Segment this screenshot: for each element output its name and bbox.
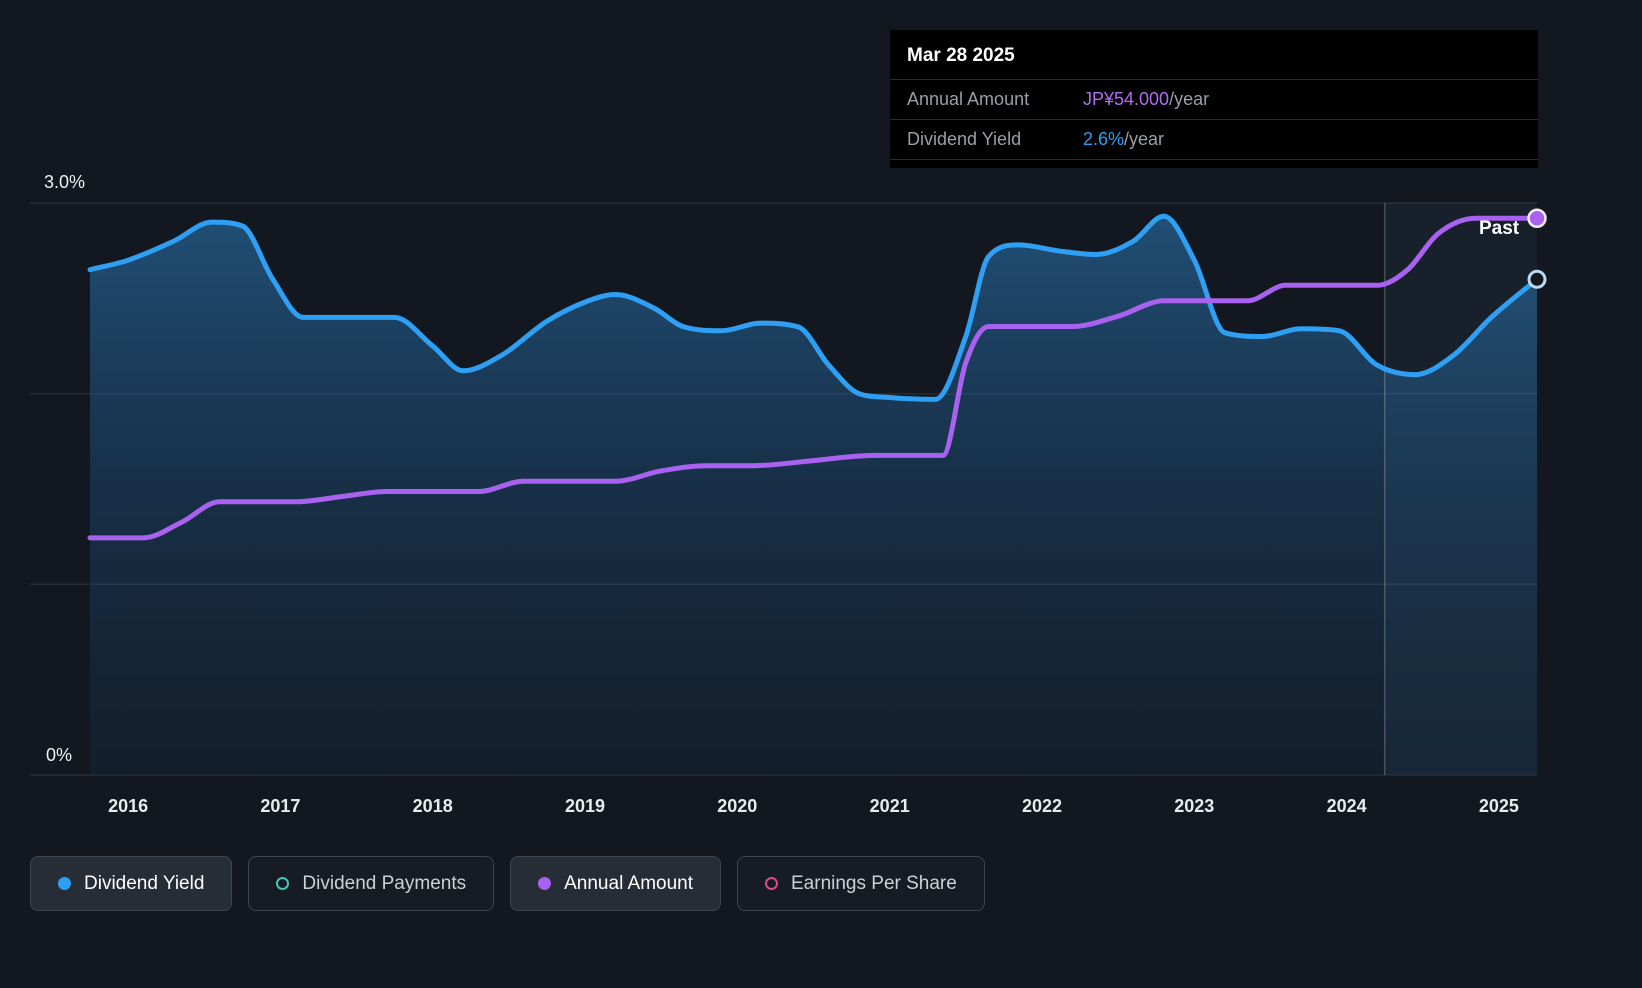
svg-text:2025: 2025 [1479, 796, 1519, 816]
legend-dividend-yield-button[interactable]: Dividend Yield [30, 856, 232, 911]
legend-earnings-per-share-button[interactable]: Earnings Per Share [737, 856, 985, 911]
svg-text:2022: 2022 [1022, 796, 1062, 816]
tooltip-row-dividend-yield: Dividend Yield 2.6%/year [890, 120, 1538, 160]
svg-text:2017: 2017 [260, 796, 300, 816]
svg-text:2023: 2023 [1174, 796, 1214, 816]
earnings-per-share-marker-icon [765, 877, 778, 890]
tooltip-dividend-yield-label: Dividend Yield [907, 129, 1083, 150]
dividend-payments-marker-icon [276, 877, 289, 890]
dividend-yield-marker-icon [58, 877, 71, 890]
tooltip-annual-amount-value: JP¥54.000 [1083, 89, 1169, 109]
legend-dividend-yield-label: Dividend Yield [84, 873, 204, 895]
tooltip-dividend-yield-value: 2.6% [1083, 129, 1124, 149]
svg-text:2020: 2020 [717, 796, 757, 816]
legend-dividend-payments-label: Dividend Payments [302, 873, 466, 895]
svg-text:2016: 2016 [108, 796, 148, 816]
chart-legend: Dividend Yield Dividend Payments Annual Am… [30, 856, 985, 911]
svg-text:2019: 2019 [565, 796, 605, 816]
y-axis-top-label: 3.0% [44, 172, 85, 193]
legend-annual-amount-button[interactable]: Annual Amount [510, 856, 721, 911]
tooltip-row-annual-amount: Annual Amount JP¥54.000/year [890, 80, 1538, 120]
legend-annual-amount-label: Annual Amount [564, 873, 693, 895]
tooltip-annual-amount-suffix: /year [1169, 89, 1209, 109]
past-label: Past [1479, 218, 1519, 240]
legend-earnings-per-share-label: Earnings Per Share [791, 873, 957, 895]
annual-amount-marker-icon [538, 877, 551, 890]
svg-text:2021: 2021 [870, 796, 910, 816]
tooltip-annual-amount-label: Annual Amount [907, 89, 1083, 110]
svg-text:2018: 2018 [413, 796, 453, 816]
svg-text:2024: 2024 [1327, 796, 1367, 816]
tooltip-dividend-yield-suffix: /year [1124, 129, 1164, 149]
legend-dividend-payments-button[interactable]: Dividend Payments [248, 856, 494, 911]
chart-tooltip: Mar 28 2025 Annual Amount JP¥54.000/year… [890, 30, 1538, 168]
dividend-history-chart: 2016 2017 2018 2019 2020 2021 2022 2023 2024 2025… [0, 0, 1642, 988]
y-axis-bottom-label: 0% [46, 745, 72, 766]
tooltip-date: Mar 28 2025 [890, 30, 1538, 80]
